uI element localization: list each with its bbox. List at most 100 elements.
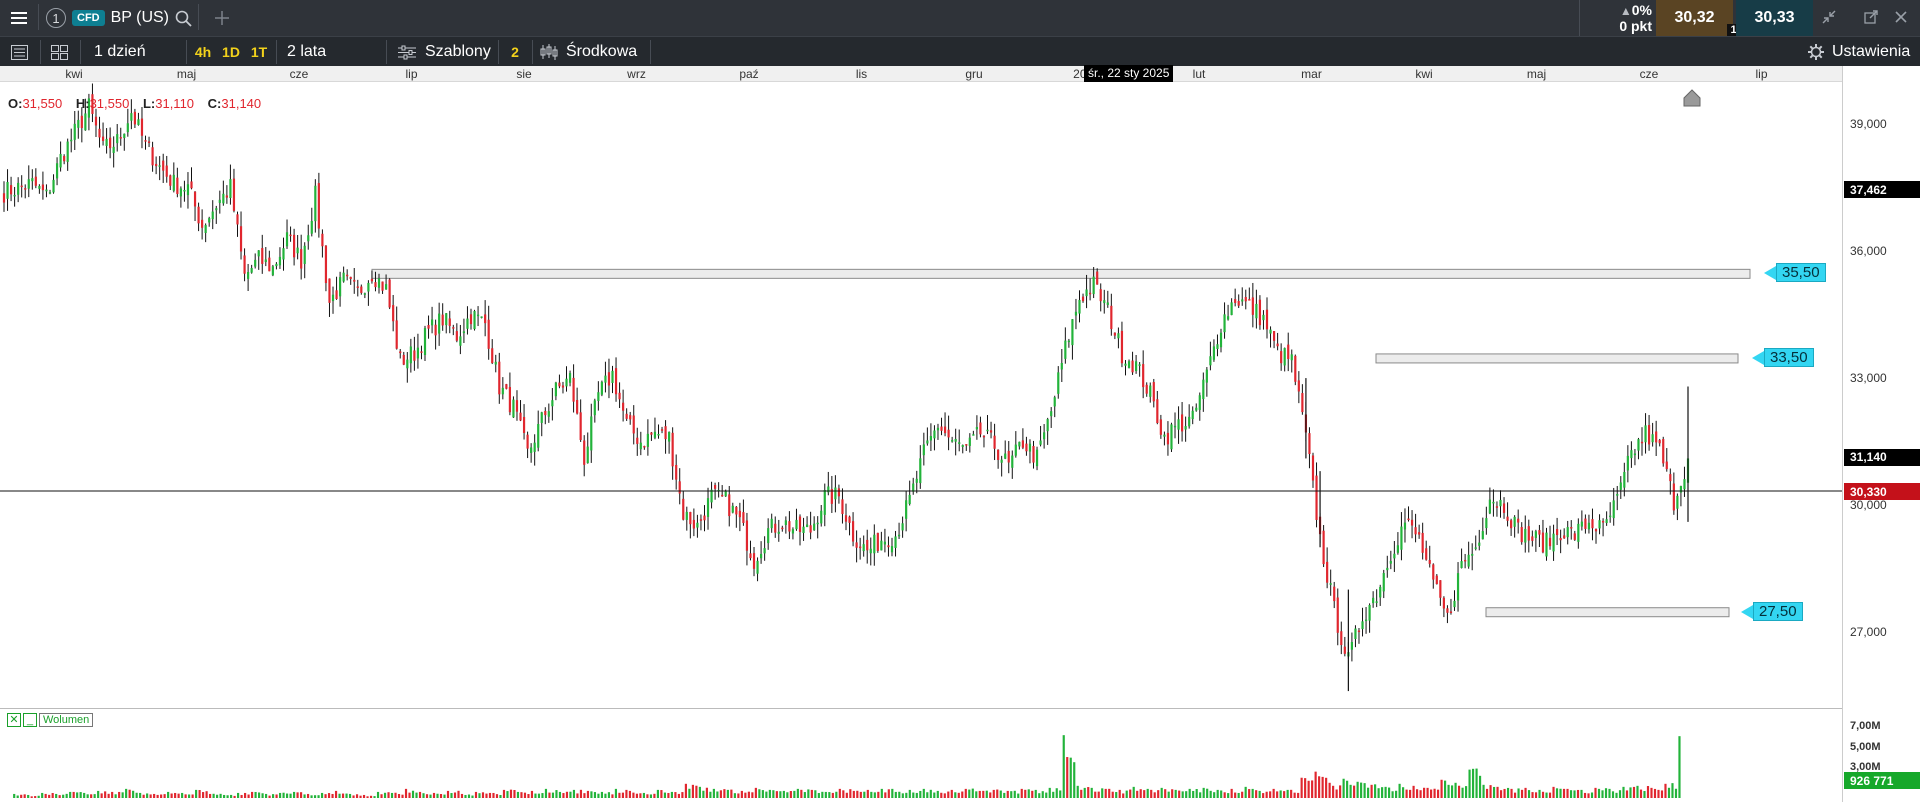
sell-button[interactable]: 30,32 (1656, 0, 1733, 36)
candle-body (1393, 553, 1396, 559)
volume-bar (1080, 789, 1083, 798)
candle-body (724, 491, 727, 497)
volume-bar (558, 791, 562, 798)
volume-bar (79, 792, 82, 798)
indicator-count-badge[interactable]: 2 (506, 41, 524, 63)
month-label: lip (1755, 67, 1768, 81)
candle-body (859, 546, 862, 549)
candle-body (1145, 384, 1148, 394)
volume-bar (320, 792, 324, 798)
volume-bar (810, 789, 813, 798)
settings-button[interactable]: Ustawienia (1808, 41, 1910, 63)
volume-bar (1122, 793, 1125, 798)
volume-bar (107, 793, 110, 798)
volume-bar (733, 793, 736, 798)
price-level-tag[interactable]: 33,50 (1752, 347, 1814, 367)
volume-tick-label: 5,00M (1850, 740, 1881, 753)
add-tab-button[interactable] (210, 0, 234, 36)
candle-body (1584, 518, 1587, 529)
candle-body (1375, 601, 1378, 603)
price-level-tag[interactable]: 35,50 (1764, 263, 1826, 283)
instrument-tab[interactable]: 1 CFD BP (US) (46, 6, 192, 30)
close-icon[interactable] (1894, 10, 1908, 24)
menu-button[interactable] (0, 0, 38, 36)
volume-bar (761, 790, 764, 798)
quick-interval-1t[interactable]: 1T (248, 41, 270, 63)
layout-button[interactable] (48, 42, 70, 62)
volume-bar (184, 794, 187, 798)
volume-bar (247, 794, 250, 798)
volume-bar (985, 790, 988, 798)
volume-bar (1202, 787, 1205, 798)
candle-body (6, 182, 9, 199)
indicator-button[interactable]: Środkowa (540, 41, 637, 63)
candle-body (300, 249, 303, 269)
templates-button[interactable]: Szablony (398, 41, 491, 63)
candle-body (278, 256, 282, 266)
candle-body (1244, 297, 1247, 302)
volume-bar (401, 794, 404, 798)
buy-button[interactable]: 30,33 (1736, 0, 1813, 36)
price-level-tag[interactable]: 27,50 (1741, 601, 1803, 621)
candle-body (756, 560, 759, 574)
volume-bar (863, 791, 866, 798)
volume-bar (621, 792, 625, 798)
popout-icon[interactable] (1864, 10, 1878, 24)
range-selector[interactable]: 2 lata (287, 41, 326, 63)
volume-bar (1083, 787, 1086, 798)
volume-bar (821, 791, 824, 798)
candle-body (1014, 444, 1017, 456)
volume-bar (1332, 785, 1335, 798)
volume-bar (513, 789, 516, 798)
volume-bar (139, 792, 142, 798)
volume-bar (590, 791, 593, 798)
volume-bar (1167, 791, 1170, 798)
candle-body (162, 160, 165, 171)
volume-bar (1076, 785, 1079, 798)
quick-interval-1d[interactable]: 1D (220, 41, 242, 63)
collapse-icon[interactable] (1822, 10, 1836, 24)
volume-bar (1426, 787, 1429, 798)
candle-body (1092, 276, 1095, 295)
volume-bar (268, 795, 271, 798)
volume-bar (422, 793, 425, 798)
list-view-button[interactable] (8, 42, 30, 62)
candle-body (1563, 535, 1566, 539)
volume-bar (37, 795, 40, 798)
current-price-label: 30,330 (1844, 483, 1920, 500)
volume-bar (1258, 790, 1261, 798)
candle-body (1223, 314, 1226, 333)
volume-bar (1395, 790, 1398, 798)
search-icon[interactable] (175, 10, 192, 27)
support-resistance-zone (371, 268, 1751, 279)
volume-bar (1457, 785, 1461, 798)
remove-indicator-button[interactable]: ✕ (7, 713, 21, 727)
volume-bar (695, 785, 698, 798)
volume-bar (1489, 785, 1492, 798)
candle-body (1449, 611, 1453, 613)
volume-bar (76, 792, 79, 798)
candle-body (1633, 453, 1637, 456)
volume-bar (209, 793, 212, 798)
minimize-indicator-button[interactable]: _ (23, 713, 37, 727)
candle-body (894, 536, 897, 548)
volume-bar (55, 793, 58, 798)
candle-body (593, 400, 596, 416)
volume-bar (90, 794, 93, 798)
price-change: ▲0% 0 pkt (1586, 3, 1652, 34)
support-resistance-zone (1485, 607, 1730, 618)
volume-bar (1311, 780, 1314, 798)
candle-body (1276, 343, 1279, 347)
candle-body (876, 532, 879, 551)
quick-interval-4h[interactable]: 4h (192, 41, 214, 63)
candle-body (1407, 518, 1410, 521)
candle-body (887, 545, 890, 548)
indicator-label: Środkowa (566, 43, 638, 60)
volume-bar (1094, 791, 1097, 798)
candle-body (862, 544, 865, 552)
interval-selector[interactable]: 1 dzień (94, 41, 146, 63)
candle-body (1446, 608, 1449, 613)
volume-bar (1195, 789, 1198, 798)
price-chart[interactable] (0, 82, 1842, 708)
volume-bar (1548, 792, 1552, 798)
